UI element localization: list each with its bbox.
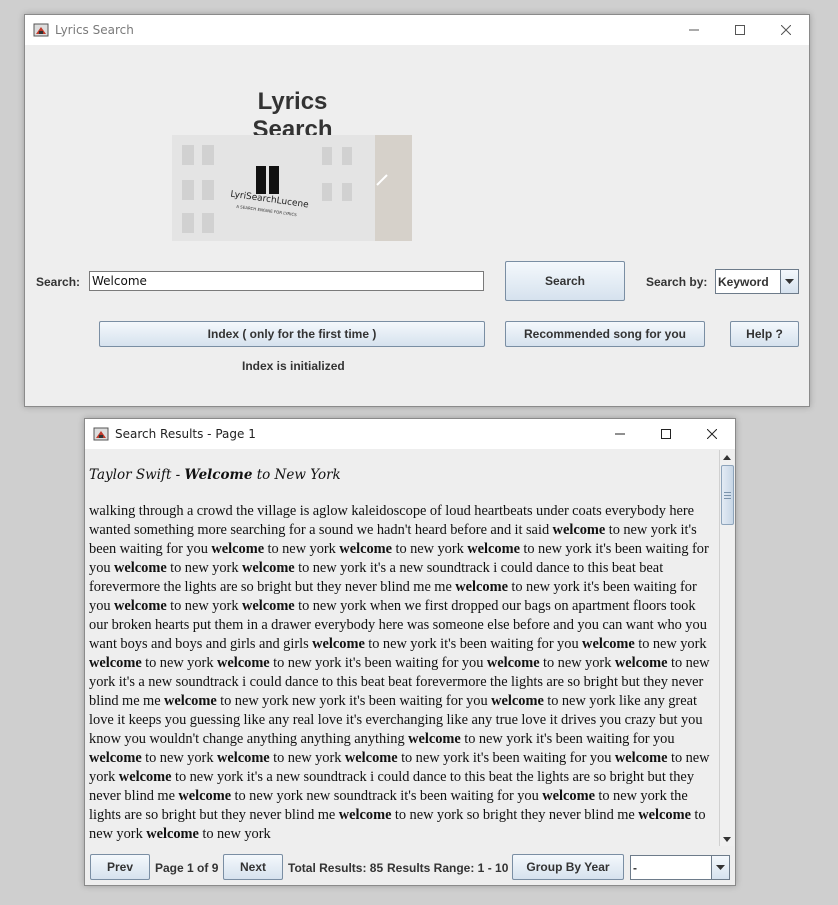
prev-button[interactable]: Prev [90,854,150,880]
minimize-icon[interactable] [597,419,643,449]
page-info-prefix: Page [155,861,188,875]
next-button[interactable]: Next [223,854,283,880]
maximize-icon[interactable] [717,15,763,45]
result-artist: Taylor Swift [89,467,172,483]
lyrics-highlight: welcome [89,750,142,766]
java-app-icon [33,22,49,38]
recommended-song-button[interactable]: Recommended song for you [505,321,705,347]
total-results: Total Results: 85 [288,861,384,875]
close-icon[interactable] [763,15,809,45]
page-info: Page 1 of 9 [155,861,218,875]
results-titlebar[interactable]: Search Results - Page 1 [85,419,735,449]
lyrics-highlight: welcome [241,560,295,576]
chevron-down-icon[interactable] [711,856,729,879]
lyrics-highlight: welcome [339,541,393,557]
lyrics-highlight: welcome [542,788,595,804]
lyrics-highlight: welcome [312,636,365,652]
results-window-title: Search Results - Page 1 [115,427,256,441]
lyrics-highlight: welcome [455,579,509,595]
page-total: 9 [211,861,219,875]
search-by-label: Search by: [646,275,708,289]
lyrics-highlight: welcome [614,655,668,671]
lyrics-highlight: welcome [467,541,520,557]
lyrics-highlight: welcome [241,598,295,614]
index-button[interactable]: Index ( only for the first time ) [99,321,485,347]
result-title-rest: to New York [252,467,341,483]
search-by-value: Keyword [718,274,769,289]
lyrics-highlight: welcome [216,750,270,766]
results-window: Search Results - Page 1 Taylor Swift - W… [84,418,736,886]
group-by-value: - [633,860,637,875]
scroll-thumb[interactable] [721,465,734,525]
search-button[interactable]: Search [505,261,625,301]
result-lyrics: walking through a crowd the village is a… [89,503,710,842]
lyrics-highlight: welcome [89,655,142,671]
lyrics-highlight: welcome [338,807,392,823]
page-info-mid: of [193,861,212,875]
index-status: Index is initialized [242,359,345,373]
group-by-year-button[interactable]: Group By Year [512,854,624,880]
lyrics-highlight: welcome [638,807,691,823]
help-button[interactable]: Help ? [730,321,799,347]
lyrics-highlight: welcome [146,826,199,842]
close-icon[interactable] [689,419,735,449]
main-window-title: Lyrics Search [55,23,134,37]
search-label: Search: [36,275,81,289]
main-window: Lyrics Search Lyrics Search LyriSearchLu… [24,14,810,407]
result-title-highlight: Welcome [184,467,253,483]
lyrics-highlight: welcome [118,769,172,785]
lyrics-highlight: welcome [614,750,668,766]
lyrics-highlight: welcome [114,598,167,614]
lyrics-highlight: welcome [582,636,635,652]
result-title-separator: - [171,467,185,483]
results-range: Results Range: 1 - 10 [387,861,509,875]
group-by-select[interactable]: - [630,855,730,880]
pagination-bar: Prev Page 1 of 9 Next Total Results: 85 … [85,851,735,885]
lyrics-highlight: welcome [114,560,167,576]
lyrics-highlight: welcome [211,541,265,557]
lyrics-highlight: welcome [491,693,544,709]
app-logo: LyriSearchLucene A SEARCH ENGINE FOR LYR… [172,135,412,241]
results-content: Taylor Swift - Welcome to New York walki… [89,453,717,845]
results-scrollbar[interactable] [719,450,734,846]
java-app-icon [93,426,109,442]
minimize-icon[interactable] [671,15,717,45]
scroll-up-icon[interactable] [720,450,734,464]
lyrics-highlight: welcome [178,788,232,804]
search-input[interactable]: Welcome [89,271,484,291]
lyrics-highlight: welcome [216,655,270,671]
lyrics-highlight: welcome [486,655,540,671]
search-by-select[interactable]: Keyword [715,269,799,294]
chevron-down-icon[interactable] [780,270,798,293]
result-song-title[interactable]: Taylor Swift - Welcome to New York [89,467,341,483]
lyrics-highlight: welcome [164,693,217,709]
page-current: 1 [187,861,194,875]
lyrics-highlight: welcome [408,731,461,747]
lyrics-highlight: welcome [344,750,398,766]
maximize-icon[interactable] [643,419,689,449]
lyrics-highlight: welcome [552,522,606,538]
main-titlebar[interactable]: Lyrics Search [25,15,809,45]
scroll-down-icon[interactable] [720,832,734,846]
